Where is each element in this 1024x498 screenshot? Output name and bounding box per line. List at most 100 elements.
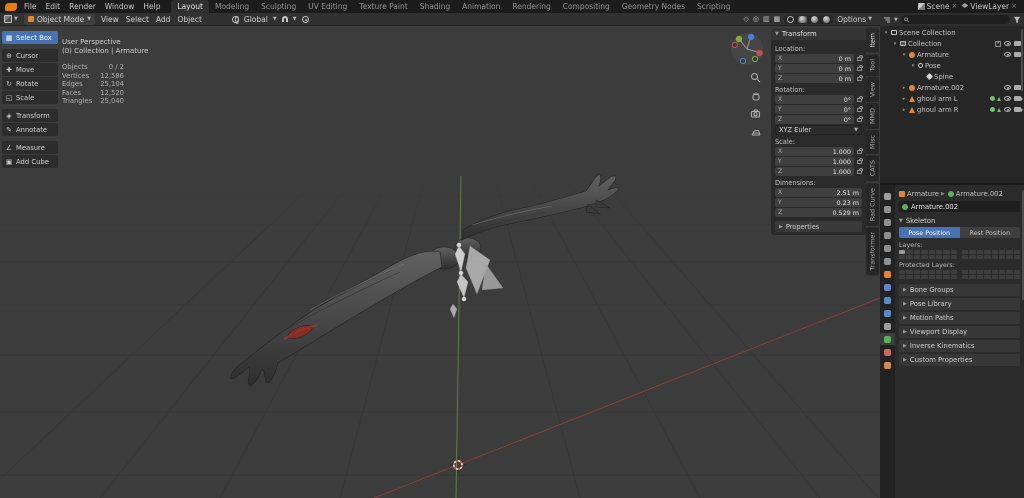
breadcrumb-item[interactable]: Armature.002 ▶ [948,190,1003,198]
layer-cell[interactable] [984,250,990,254]
layer-cell[interactable] [943,275,949,279]
lock-icon[interactable] [857,67,862,71]
gizmo-toggle-icon[interactable]: ◎ [753,15,759,23]
layer-cell[interactable] [992,255,998,259]
properties-tab[interactable] [880,229,895,241]
layer-cell[interactable] [929,255,935,259]
lock-icon[interactable] [857,98,862,102]
layer-cell[interactable] [1006,255,1012,259]
layer-cell[interactable] [929,250,935,254]
scene-selector[interactable]: Scene × [918,2,958,11]
collapsed-section[interactable]: ▶ Inverse Kinematics [899,340,1020,352]
hide-eye-icon[interactable] [1004,107,1011,112]
outliner-row[interactable]: ▾ Armature [880,49,1024,60]
render-camera-icon[interactable] [1014,107,1021,112]
dimension-field[interactable]: X 2.51 m [775,188,862,197]
outliner-row[interactable]: ▸ ghoul arm R [880,104,1024,115]
render-camera-icon[interactable] [1014,52,1021,57]
workspace-tab[interactable]: Rendering [506,0,556,13]
layer-cell[interactable] [977,250,983,254]
layer-cell[interactable] [936,255,942,259]
render-camera-icon[interactable] [1014,85,1021,90]
camera-view-icon[interactable] [750,108,761,119]
rotation-mode-select[interactable]: XYZ Euler ▼ [775,125,862,135]
layer-cell[interactable] [999,270,1005,274]
workspace-tab[interactable]: Scripting [691,0,736,13]
outliner-row[interactable]: ▾ Collection [880,38,1024,49]
options-dropdown[interactable]: Options ▼ [837,15,872,24]
layers-block-1[interactable] [899,250,957,259]
layer-cell[interactable] [1014,255,1020,259]
tool-button[interactable]: ✚ Move [2,63,58,76]
tool-button[interactable]: ⊕ Cursor [2,49,58,62]
layer-cell[interactable] [984,255,990,259]
layer-cell[interactable] [1014,250,1020,254]
editor-type-button[interactable]: ▼ [4,15,18,23]
scale-field[interactable]: X 1.000 [775,147,854,156]
layer-cell[interactable] [999,275,1005,279]
dimension-field[interactable]: Z 0.529 m [775,208,862,217]
outliner-row[interactable]: ▸ Armature.002 [880,82,1024,93]
n-panel-tab[interactable]: MMD [866,103,879,129]
navigation-gizmo[interactable] [730,32,764,70]
expander-icon[interactable]: ▾ [901,52,907,58]
location-field[interactable]: X 0 m [775,54,854,63]
n-panel-tab[interactable]: CATS [866,155,879,181]
layer-cell[interactable] [1006,250,1012,254]
layer-cell[interactable] [951,250,957,254]
layer-cell[interactable] [914,270,920,274]
lock-icon[interactable] [857,150,862,154]
layer-cell[interactable] [929,275,935,279]
layer-cell[interactable] [899,250,905,254]
layer-cell[interactable] [906,275,912,279]
material-shading-button[interactable] [810,16,819,23]
layer-cell[interactable] [906,250,912,254]
workspace-tab[interactable]: Animation [456,0,506,13]
properties-collapsed-panel[interactable]: ▶ Properties [775,221,862,232]
layers-block-2[interactable] [962,250,1020,259]
collapsed-section[interactable]: ▶ Bone Groups [899,284,1020,296]
lock-icon[interactable] [857,57,862,61]
lock-icon[interactable] [857,108,862,112]
viewlayer-selector[interactable]: ViewLayer × [961,2,1017,11]
layer-cell[interactable] [1014,275,1020,279]
layer-cell[interactable] [921,250,927,254]
expander-icon[interactable]: ▾ [883,30,889,36]
xray-toggle-icon[interactable]: ▩ [774,15,781,23]
properties-tab[interactable] [880,333,895,345]
expander-icon[interactable]: ▸ [901,85,907,91]
layer-cell[interactable] [936,270,942,274]
expander-icon[interactable]: ▾ [910,63,916,69]
topbar-menu[interactable]: Edit [45,2,62,11]
workspace-tab[interactable]: Modeling [209,0,255,13]
location-field[interactable]: Y 0 m [775,64,854,73]
layer-cell[interactable] [943,255,949,259]
layer-cell[interactable] [899,255,905,259]
zoom-icon[interactable] [750,72,761,83]
proportional-editing-icon[interactable] [302,16,309,23]
scale-field[interactable]: Z 1.000 [775,167,854,176]
collapsed-section[interactable]: ▶ Motion Paths [899,312,1020,324]
outliner-row[interactable]: ▸ ghoul arm L [880,93,1024,104]
expander-icon[interactable]: ▾ [892,41,898,47]
properties-tab[interactable] [880,255,895,267]
layer-cell[interactable] [914,250,920,254]
collapsed-section[interactable]: ▶ Custom Properties [899,354,1020,366]
layer-cell[interactable] [962,250,968,254]
tool-button[interactable]: ◱ Scale [2,91,58,104]
n-panel-tab[interactable]: Rad Curve [866,183,879,226]
location-field[interactable]: Z 0 m [775,74,854,83]
n-panel-tab[interactable]: Tool [866,54,879,76]
3d-viewport[interactable]: ▦ Select Box ⊕ Cursor ✚ Move ↻ Rotate [0,26,880,498]
properties-tab[interactable] [880,346,895,358]
snap-magnet-icon[interactable] [282,16,288,22]
layer-cell[interactable] [929,270,935,274]
rotation-field[interactable]: X 0° [775,95,854,104]
layer-cell[interactable] [943,270,949,274]
n-panel-tab[interactable]: Misc [866,130,879,154]
layer-cell[interactable] [921,270,927,274]
collapsed-section[interactable]: ▶ Pose Library [899,298,1020,310]
layer-cell[interactable] [943,250,949,254]
layer-cell[interactable] [999,250,1005,254]
lock-icon[interactable] [857,77,862,81]
